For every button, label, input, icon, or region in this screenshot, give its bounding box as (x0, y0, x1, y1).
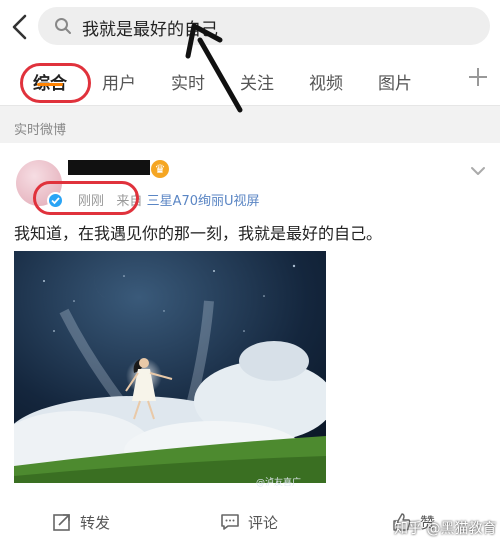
comment-button[interactable]: 评论 (220, 500, 278, 544)
post-image[interactable] (14, 251, 326, 483)
post-text: 我知道，在我遇见你的那一刻，我就是最好的自己。 (14, 224, 383, 243)
annotation-circle-tab (20, 63, 91, 103)
image-watermark: @泸友喜广 (256, 478, 302, 488)
tab-video[interactable]: 视频 (309, 69, 343, 94)
crown-icon: ♛ (151, 160, 169, 178)
tab-users[interactable]: 用户 (102, 69, 136, 94)
back-arrow-icon[interactable] (8, 12, 32, 42)
section-label: 实时微博 (14, 123, 67, 138)
site-watermark: 知乎 @黑猫教育 (394, 521, 497, 537)
repost-button[interactable]: 转发 (52, 500, 110, 544)
post-source[interactable]: 三星A70绚丽U视屏 (147, 194, 260, 209)
repost-icon (53, 514, 70, 531)
chevron-down-icon[interactable] (470, 166, 486, 176)
search-icon (55, 18, 71, 34)
username-redacted[interactable] (68, 160, 150, 175)
repost-label: 转发 (80, 513, 111, 532)
comment-label: 评论 (248, 513, 279, 532)
plus-icon[interactable] (467, 66, 489, 88)
annotation-arrow-icon (185, 23, 243, 113)
annotation-circle-meta (33, 181, 139, 215)
tab-images[interactable]: 图片 (378, 69, 412, 94)
search-input[interactable]: 我就是最好的自己 (38, 7, 490, 45)
comment-icon (221, 514, 239, 530)
